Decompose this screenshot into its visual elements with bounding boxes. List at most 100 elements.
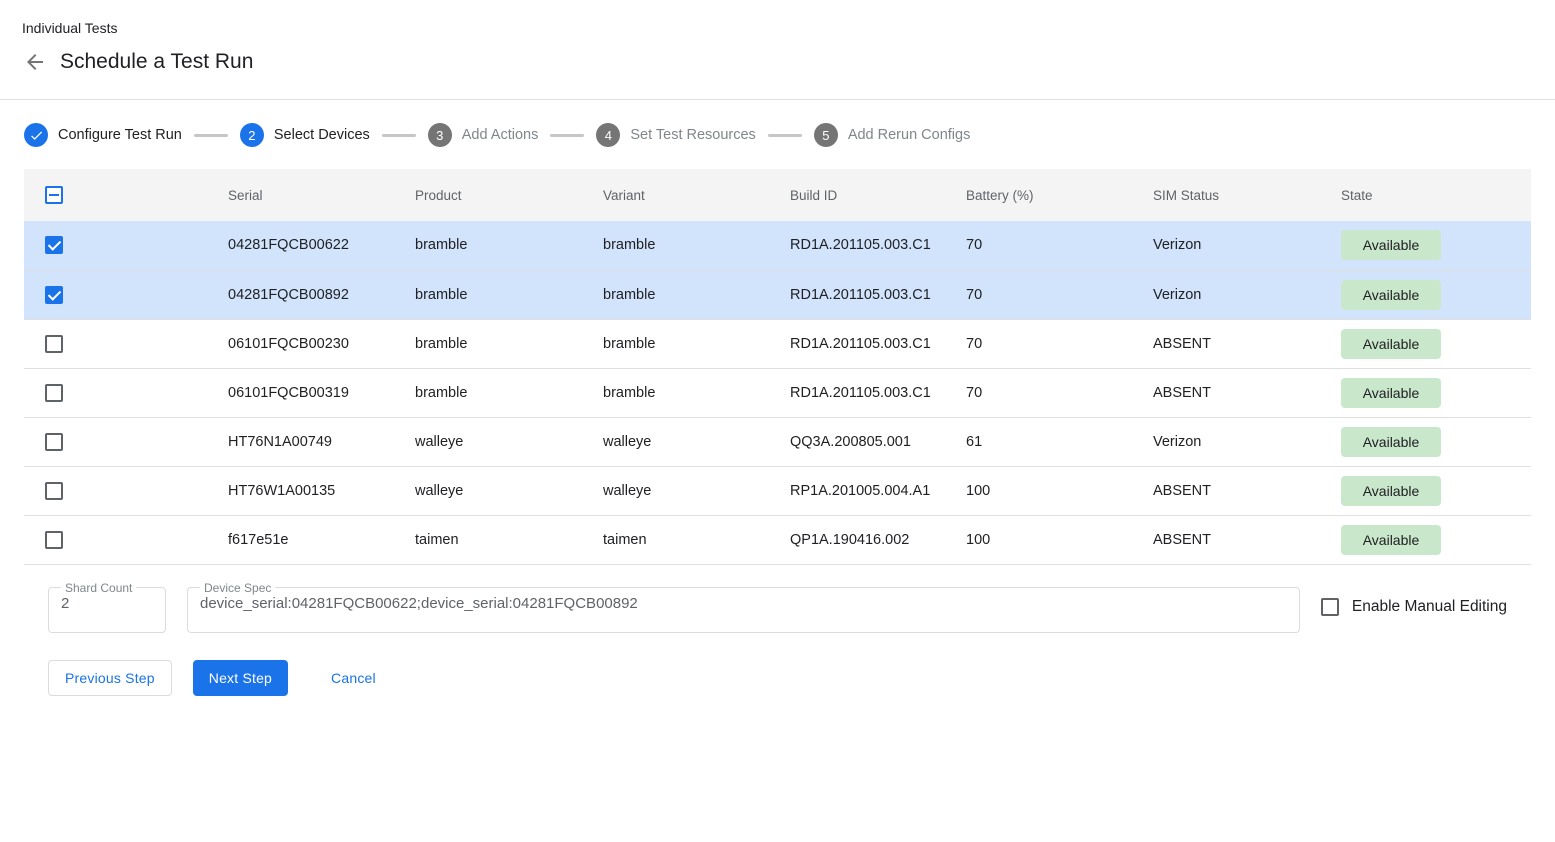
device-row[interactable]: 04281FQCB00622bramblebrambleRD1A.201105.…: [24, 221, 1531, 270]
table-header-row: SerialProductVariantBuild IDBattery (%)S…: [24, 169, 1531, 221]
device-row[interactable]: f617e51etaimentaimenQP1A.190416.002100AB…: [24, 515, 1531, 564]
step-label: Set Test Resources: [630, 127, 755, 143]
stepper-step-select-devices[interactable]: 2Select Devices: [240, 123, 370, 147]
stepper-connector: [768, 134, 802, 137]
cancel-button[interactable]: Cancel: [321, 660, 386, 696]
stepper-step-add-actions[interactable]: 3Add Actions: [428, 123, 539, 147]
device-table: SerialProductVariantBuild IDBattery (%)S…: [24, 169, 1531, 565]
step-label: Add Actions: [462, 127, 539, 143]
row-checkbox[interactable]: [45, 482, 63, 500]
stepper-step-configure-test-run[interactable]: Configure Test Run: [24, 123, 182, 147]
cell-build-id: RD1A.201105.003.C1: [766, 270, 942, 319]
action-buttons: Previous Step Next Step Cancel: [24, 660, 1531, 696]
stepper: Configure Test Run 2Select Devices 3Add Ac…: [0, 100, 1555, 169]
device-row[interactable]: 04281FQCB00892bramblebrambleRD1A.201105.…: [24, 270, 1531, 319]
device-spec-input[interactable]: [200, 595, 1287, 620]
back-button[interactable]: [22, 49, 48, 75]
stepper-step-set-test-resources[interactable]: 4 Set Test Resources: [596, 123, 755, 147]
step-number: 5: [814, 123, 838, 147]
row-checkbox[interactable]: [45, 384, 63, 402]
enable-manual-editing-label: Enable Manual Editing: [1352, 598, 1507, 616]
row-checkbox[interactable]: [45, 433, 63, 451]
device-spec-label: Device Spec: [200, 581, 275, 595]
state-badge: Available: [1341, 329, 1441, 359]
cell-variant: walleye: [579, 466, 766, 515]
cell-product: walleye: [391, 417, 579, 466]
page-title: Schedule a Test Run: [60, 50, 253, 74]
cell-sim-status: ABSENT: [1129, 466, 1317, 515]
row-checkbox-cell: [24, 319, 204, 368]
column-header-product: Product: [391, 169, 579, 221]
row-checkbox-cell: [24, 466, 204, 515]
cell-battery: 70: [942, 319, 1129, 368]
title-row: Schedule a Test Run: [22, 49, 1531, 75]
step-label: Configure Test Run: [58, 127, 182, 143]
step-label: Add Rerun Configs: [848, 127, 971, 143]
shard-count-label: Shard Count: [61, 581, 136, 595]
row-checkbox-cell: [24, 368, 204, 417]
shard-count-input[interactable]: [61, 595, 153, 620]
arrow-left-icon: [23, 50, 47, 74]
cell-battery: 70: [942, 270, 1129, 319]
row-checkbox-cell: [24, 270, 204, 319]
select-all-header-cell: [24, 169, 204, 221]
cell-build-id: RP1A.201005.004.A1: [766, 466, 942, 515]
cell-state: Available: [1317, 515, 1531, 564]
cell-serial: HT76W1A00135: [204, 466, 391, 515]
stepper-connector: [194, 134, 228, 137]
row-checkbox-cell: [24, 515, 204, 564]
column-header-serial: Serial: [204, 169, 391, 221]
next-step-button[interactable]: Next Step: [193, 660, 288, 696]
cell-sim-status: Verizon: [1129, 417, 1317, 466]
state-badge: Available: [1341, 525, 1441, 555]
select-all-checkbox[interactable]: [45, 186, 63, 204]
state-badge: Available: [1341, 230, 1441, 260]
enable-manual-editing-checkbox[interactable]: [1321, 598, 1339, 616]
state-badge: Available: [1341, 280, 1441, 310]
device-row[interactable]: 06101FQCB00230bramblebrambleRD1A.201105.…: [24, 319, 1531, 368]
breadcrumb: Individual Tests: [22, 20, 1531, 36]
cell-serial: 04281FQCB00622: [204, 221, 391, 270]
step-label: Select Devices: [274, 127, 370, 143]
device-row[interactable]: HT76W1A00135walleyewalleyeRP1A.201005.00…: [24, 466, 1531, 515]
cell-sim-status: ABSENT: [1129, 368, 1317, 417]
shard-count-field: Shard Count: [48, 581, 166, 633]
page-header: Individual Tests Schedule a Test Run: [0, 0, 1555, 100]
cell-state: Available: [1317, 319, 1531, 368]
row-checkbox-cell: [24, 417, 204, 466]
row-checkbox[interactable]: [45, 335, 63, 353]
cell-serial: f617e51e: [204, 515, 391, 564]
cell-serial: 06101FQCB00319: [204, 368, 391, 417]
stepper-step-add-rerun-configs[interactable]: 5 Add Rerun Configs: [814, 123, 971, 147]
device-row[interactable]: 06101FQCB00319bramblebrambleRD1A.201105.…: [24, 368, 1531, 417]
cell-product: taimen: [391, 515, 579, 564]
form-row: Shard Count Device Spec Enable Manual Ed…: [24, 581, 1531, 633]
cell-variant: walleye: [579, 417, 766, 466]
row-checkbox-cell: [24, 221, 204, 270]
cell-state: Available: [1317, 466, 1531, 515]
column-header-state: State: [1317, 169, 1531, 221]
row-checkbox[interactable]: [45, 531, 63, 549]
row-checkbox[interactable]: [45, 236, 63, 254]
column-header-battery-: Battery (%): [942, 169, 1129, 221]
cell-sim-status: Verizon: [1129, 270, 1317, 319]
device-spec-field: Device Spec: [187, 581, 1300, 633]
row-checkbox[interactable]: [45, 286, 63, 304]
cell-build-id: RD1A.201105.003.C1: [766, 319, 942, 368]
enable-manual-editing[interactable]: Enable Manual Editing: [1321, 598, 1507, 616]
main-content: SerialProductVariantBuild IDBattery (%)S…: [0, 169, 1555, 696]
cell-product: walleye: [391, 466, 579, 515]
cell-product: bramble: [391, 270, 579, 319]
state-badge: Available: [1341, 476, 1441, 506]
cell-state: Available: [1317, 270, 1531, 319]
cell-sim-status: Verizon: [1129, 221, 1317, 270]
device-row[interactable]: HT76N1A00749walleyewalleyeQQ3A.200805.00…: [24, 417, 1531, 466]
cell-battery: 70: [942, 368, 1129, 417]
cell-variant: bramble: [579, 319, 766, 368]
cell-sim-status: ABSENT: [1129, 319, 1317, 368]
column-header-build-id: Build ID: [766, 169, 942, 221]
previous-step-button[interactable]: Previous Step: [48, 660, 172, 696]
stepper-connector: [550, 134, 584, 137]
cell-sim-status: ABSENT: [1129, 515, 1317, 564]
step-number: 4: [596, 123, 620, 147]
